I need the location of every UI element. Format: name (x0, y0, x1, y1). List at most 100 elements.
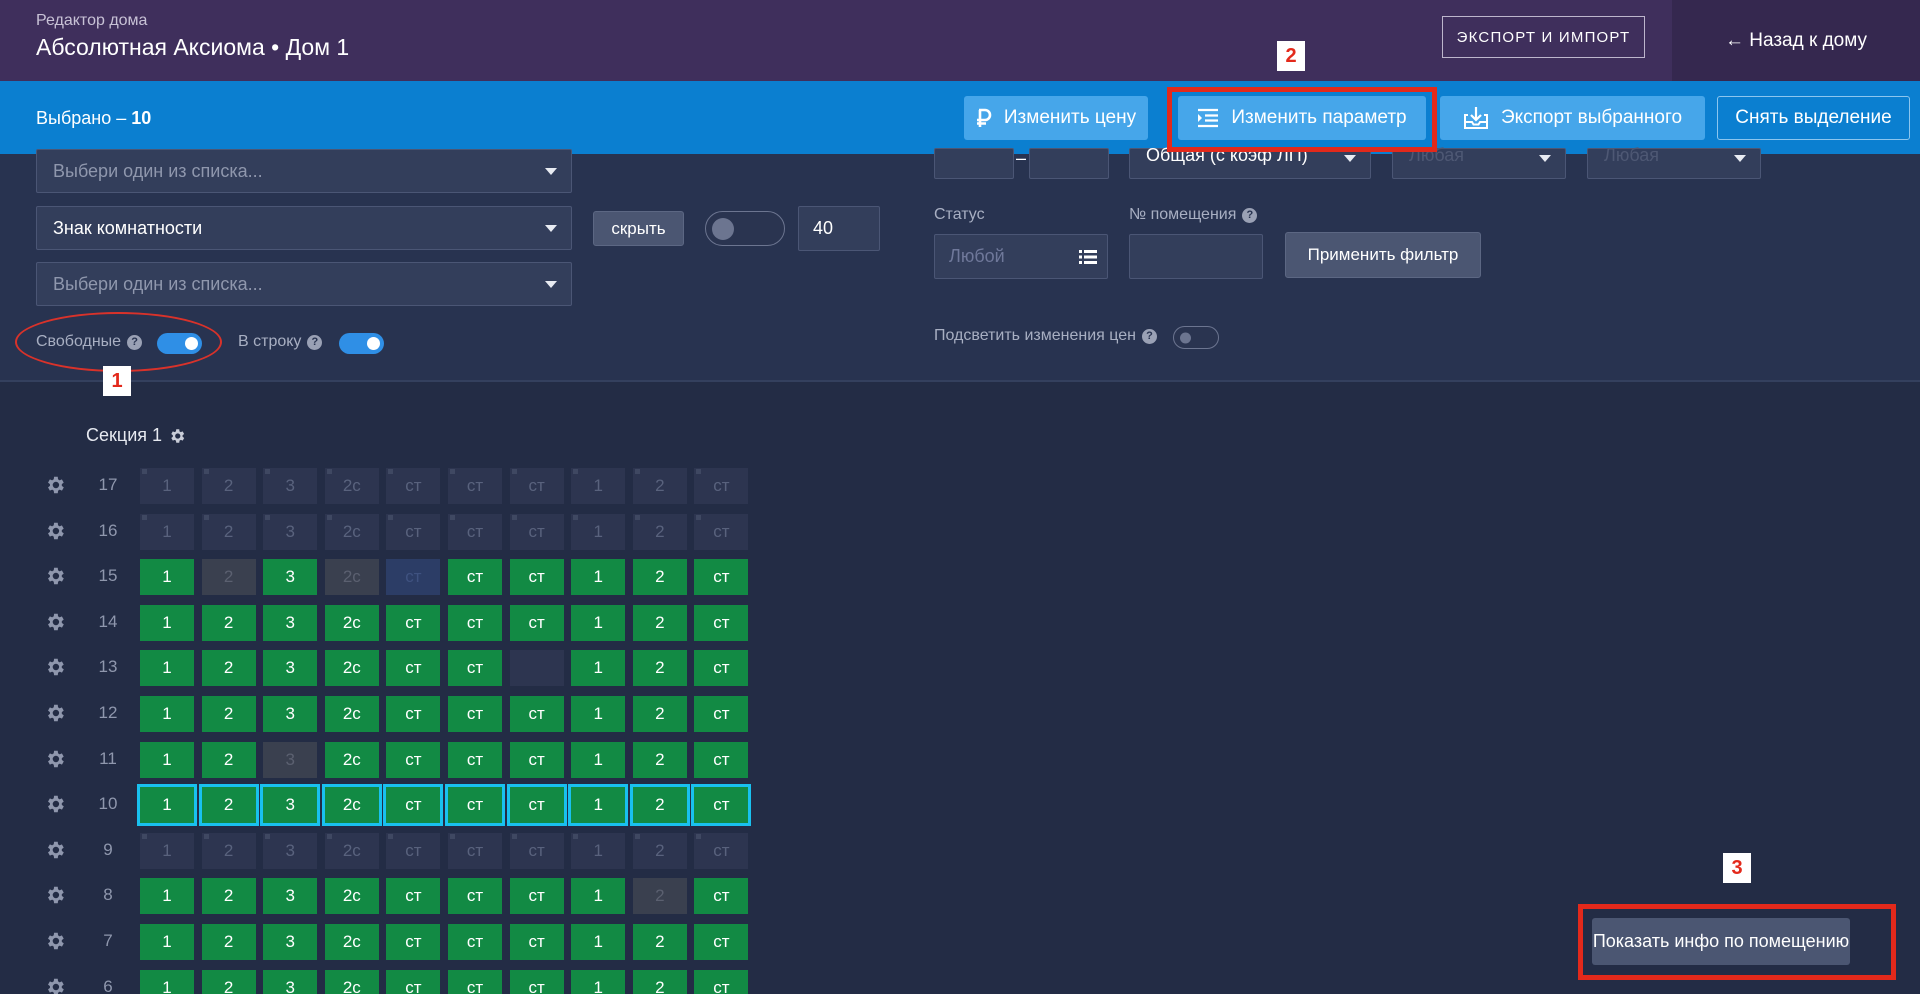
apartment-cell[interactable]: 3 (263, 924, 318, 960)
apartment-cell[interactable]: 2 (201, 832, 256, 869)
gear-icon[interactable] (44, 520, 66, 547)
apartment-cell[interactable]: ст (509, 741, 564, 778)
apartment-cell[interactable]: ст (448, 924, 502, 960)
apartment-cell[interactable]: 2 (201, 924, 256, 960)
apartment-cell[interactable]: ст (448, 559, 502, 596)
apartment-cell[interactable]: 2 (201, 650, 256, 687)
apartment-cell[interactable]: ст (386, 696, 441, 732)
apartment-cell[interactable]: ст (386, 969, 441, 994)
gear-icon[interactable] (168, 427, 186, 445)
gear-icon[interactable] (44, 839, 66, 866)
apartment-cell[interactable]: 1 (140, 969, 194, 994)
inline-toggle[interactable] (339, 333, 384, 354)
apartment-cell[interactable]: 2с (324, 604, 379, 641)
apartment-cell[interactable]: 1 (571, 924, 626, 960)
apartment-cell[interactable]: ст (694, 559, 749, 596)
apartment-cell[interactable]: 1 (140, 696, 194, 732)
apartment-cell[interactable]: ст (694, 878, 749, 915)
range-to-input[interactable] (1029, 148, 1109, 179)
area-type-select[interactable]: Общая (с коэф ЛП) (1129, 145, 1371, 179)
apartment-cell[interactable]: 3 (263, 513, 318, 550)
apartment-cell[interactable]: 1 (571, 832, 626, 869)
apartment-cell[interactable]: 3 (263, 468, 318, 504)
gear-icon[interactable] (44, 930, 66, 957)
apartment-cell[interactable]: ст (448, 468, 502, 504)
apartment-cell[interactable]: ст (445, 784, 505, 827)
apartment-cell[interactable]: ст (694, 513, 749, 550)
apartment-cell[interactable]: ст (383, 784, 444, 827)
gear-icon[interactable] (44, 793, 66, 820)
apartment-cell[interactable]: 1 (140, 924, 194, 960)
status-select[interactable]: Любой (934, 234, 1108, 279)
bottom-select[interactable]: Выбери один из списка... (36, 262, 572, 306)
apartment-cell[interactable]: 2с (324, 924, 379, 960)
apartment-cell[interactable]: 1 (571, 604, 626, 641)
highlight-price-toggle[interactable] (1173, 326, 1219, 349)
apartment-cell[interactable]: ст (691, 784, 752, 827)
apartment-cell[interactable]: 1 (140, 513, 194, 550)
apartment-cell[interactable]: ст (386, 741, 441, 778)
apartment-cell[interactable]: 2 (632, 832, 687, 869)
apartment-cell[interactable]: 2 (629, 784, 690, 827)
apartment-cell[interactable]: ст (386, 878, 441, 915)
gear-icon[interactable] (44, 474, 66, 501)
apartment-cell[interactable]: ст (694, 924, 749, 960)
apartment-cell[interactable]: ст (509, 604, 564, 641)
apartment-cell[interactable]: ст (448, 878, 502, 915)
gear-icon[interactable] (44, 748, 66, 775)
apartment-cell[interactable]: ст (386, 468, 441, 504)
apartment-cell[interactable]: 2 (632, 604, 687, 641)
export-import-button[interactable]: ЭКСПОРТ И ИМПОРТ (1442, 16, 1645, 58)
apartment-cell[interactable]: 3 (263, 969, 318, 994)
apartment-cell[interactable]: ст (509, 832, 564, 869)
apartment-cell[interactable]: ст (694, 604, 749, 641)
any-select-1[interactable]: Любая (1392, 145, 1566, 179)
apartment-cell[interactable]: 1 (568, 784, 629, 827)
apartment-cell[interactable]: 1 (137, 784, 197, 827)
apply-filter-button[interactable]: Применить фильтр (1285, 232, 1481, 278)
apartment-cell[interactable]: 1 (571, 969, 626, 994)
gear-icon[interactable] (44, 611, 66, 638)
apartment-cell[interactable]: 2с (324, 832, 379, 869)
apartment-cell[interactable]: ст (694, 468, 749, 504)
apartment-cell[interactable] (509, 650, 564, 687)
apartment-cell[interactable]: ст (448, 696, 502, 732)
apartment-cell[interactable]: 2с (321, 784, 382, 827)
apartment-cell[interactable]: ст (694, 696, 749, 732)
apartment-cell[interactable]: 3 (263, 832, 318, 869)
apartment-cell[interactable]: ст (386, 604, 441, 641)
apartment-cell[interactable]: 2с (324, 513, 379, 550)
apartment-cell[interactable]: 2 (632, 559, 687, 596)
apartment-cell[interactable]: 1 (571, 741, 626, 778)
apartment-cell[interactable]: 2с (324, 969, 379, 994)
apartment-cell[interactable]: ст (694, 650, 749, 687)
apartment-cell[interactable]: 1 (140, 832, 194, 869)
apartment-cell[interactable]: 3 (260, 784, 321, 827)
top-select[interactable]: Выбери один из списка... (36, 149, 572, 193)
apartment-cell[interactable]: 1 (571, 468, 626, 504)
apartment-cell[interactable]: 2 (201, 513, 256, 550)
clear-selection-button[interactable]: Снять выделение (1717, 96, 1910, 140)
apartment-cell[interactable]: ст (448, 969, 502, 994)
apartment-cell[interactable]: 3 (263, 650, 318, 687)
apartment-cell[interactable]: 2 (201, 604, 256, 641)
apartment-cell[interactable]: 1 (571, 559, 626, 596)
apartment-cell[interactable]: 2 (201, 468, 256, 504)
apartment-cell[interactable]: 2 (632, 468, 687, 504)
gear-icon[interactable] (44, 702, 66, 729)
back-to-house-button[interactable]: ← Назад к дому (1672, 0, 1920, 81)
apartment-cell[interactable]: 2 (632, 650, 687, 687)
gear-icon[interactable] (44, 976, 66, 994)
apartment-cell[interactable]: 2с (324, 741, 379, 778)
apartment-cell[interactable]: 2 (198, 784, 259, 827)
apartment-cell[interactable]: ст (509, 878, 564, 915)
export-selected-button[interactable]: Экспорт выбранного (1440, 96, 1705, 140)
apartment-cell[interactable]: 2с (324, 468, 379, 504)
apartment-cell[interactable]: 1 (571, 878, 626, 915)
apartment-cell[interactable]: 3 (263, 604, 318, 641)
apartment-cell[interactable]: 2 (201, 741, 256, 778)
apartment-cell[interactable]: 2 (632, 924, 687, 960)
apartment-cell[interactable]: ст (386, 650, 441, 687)
apartment-cell[interactable]: 1 (140, 468, 194, 504)
any-select-2[interactable]: Любая (1587, 145, 1761, 179)
